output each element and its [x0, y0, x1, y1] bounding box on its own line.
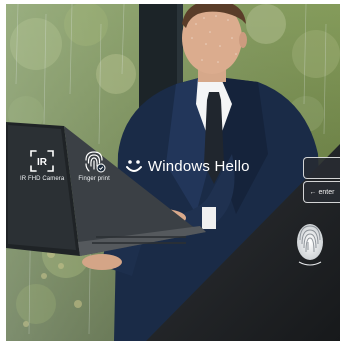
ir-camera-feature: IR IR FHD Camera: [20, 148, 64, 182]
enter-key: ← enter: [303, 181, 340, 203]
ir-camera-label: IR FHD Camera: [20, 176, 65, 182]
windows-hello-label: Windows Hello: [147, 157, 250, 175]
ir-camera-icon: IR: [30, 150, 54, 172]
fingerprint-sensor-icon: [297, 224, 323, 266]
fingerprint-icon: [85, 151, 106, 173]
keyboard-key: [303, 157, 340, 179]
fingerprint-label: Finger print: [78, 176, 110, 182]
smiley-icon: [125, 160, 142, 172]
windows-hello: Windows Hello: [124, 156, 250, 176]
svg-text:IR: IR: [37, 157, 48, 168]
enter-key-label: enter: [318, 188, 335, 196]
enter-arrow-icon: ←: [309, 188, 317, 196]
photo-frame: IR IR FHD Camera Finger print Windows He…: [6, 4, 340, 341]
fingerprint-feature: Finger print: [78, 148, 110, 182]
feature-overlay: IR IR FHD Camera Finger print Windows He…: [20, 148, 250, 182]
